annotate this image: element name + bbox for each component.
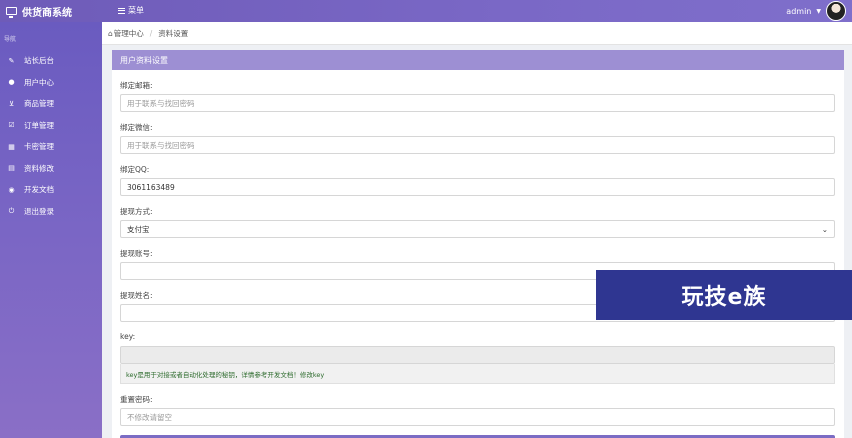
withdraw-method-label: 提现方式: — [120, 207, 153, 216]
sidebar-nav: ✎ 站长后台 ● 用户中心 ⊻ 商品管理 ☑ 订单管理 ▦ 卡密管理 ▤ 资料修… — [0, 50, 102, 222]
profile-form: 绑定邮箱: 绑定微信: 绑定QQ: 提现方式: 支付宝 ⌄ 提现账号: 提现姓名… — [112, 80, 844, 438]
grid-icon: ▦ — [8, 142, 15, 151]
wechat-field[interactable] — [120, 136, 835, 154]
breadcrumb-home[interactable]: 管理中心 — [114, 28, 144, 39]
withdraw-method-select[interactable]: 支付宝 ⌄ — [120, 220, 835, 238]
sidebar-item-label: 卡密管理 — [24, 142, 54, 152]
app-title: 供货商系统 — [22, 7, 72, 19]
panel-title: 用户资料设置 — [112, 50, 844, 70]
sidebar-item-label: 站长后台 — [24, 56, 54, 66]
checklist-icon: ☑ — [8, 121, 15, 130]
sidebar-item-label: 资料修改 — [24, 163, 54, 173]
sidebar-item-label: 订单管理 — [24, 120, 54, 130]
reset-password-label: 重置密码: — [120, 395, 153, 404]
reset-password-field[interactable] — [120, 408, 835, 426]
hamburger-icon — [118, 7, 125, 14]
sidebar-item-cards[interactable]: ▦ 卡密管理 — [0, 136, 102, 158]
power-icon: ⏻ — [8, 206, 15, 215]
card-icon: ▤ — [8, 164, 15, 173]
sidebar-item-products[interactable]: ⊻ 商品管理 — [0, 93, 102, 115]
profile-panel: 用户资料设置 绑定邮箱: 绑定微信: 绑定QQ: 提现方式: 支付宝 ⌄ 提现账… — [112, 50, 844, 438]
user-name: admin — [786, 6, 812, 16]
email-label: 绑定邮箱: — [120, 81, 153, 90]
sidebar: 导航 ✎ 站长后台 ● 用户中心 ⊻ 商品管理 ☑ 订单管理 ▦ 卡密管理 ▤ … — [0, 22, 102, 438]
key-field — [120, 346, 835, 364]
sidebar-item-label: 用户中心 — [24, 77, 54, 87]
withdraw-account-label: 提现账号: — [120, 249, 153, 258]
sidebar-item-label: 商品管理 — [24, 99, 54, 109]
qq-label: 绑定QQ: — [120, 165, 150, 174]
key-label: key: — [120, 332, 136, 341]
top-bar: 供货商系统 菜单 admin ▼ — [0, 0, 852, 22]
sidebar-item-logout[interactable]: ⏻ 退出登录 — [0, 201, 102, 223]
sidebar-item-orders[interactable]: ☑ 订单管理 — [0, 115, 102, 137]
watermark-logo: 玩技e族 — [596, 270, 852, 320]
cart-icon: ⊻ — [8, 99, 15, 108]
user-menu[interactable]: admin ▼ — [786, 1, 846, 21]
sidebar-item-profile[interactable]: ▤ 资料修改 — [0, 158, 102, 180]
sidebar-item-label: 退出登录 — [24, 206, 54, 216]
chevron-down-icon: ⌄ — [821, 224, 828, 234]
user-icon: ● — [8, 78, 15, 87]
nav-section-title: 导航 — [4, 36, 17, 43]
sidebar-item-admin[interactable]: ✎ 站长后台 — [0, 50, 102, 72]
sidebar-item-label: 开发文档 — [24, 185, 54, 195]
home-icon: ⌂ — [108, 28, 113, 38]
qq-field[interactable] — [120, 178, 835, 196]
menu-toggle-button[interactable]: 菜单 — [118, 5, 144, 16]
caret-down-icon: ▼ — [816, 7, 821, 15]
brand[interactable]: 供货商系统 — [6, 4, 72, 19]
monitor-icon — [6, 7, 17, 18]
key-help-text: key是用于对接或者自动化处理的秘钥，详情参考开发文档！修改key — [120, 364, 835, 384]
email-field[interactable] — [120, 94, 835, 112]
breadcrumb-separator: / — [149, 28, 153, 38]
wechat-label: 绑定微信: — [120, 123, 153, 132]
breadcrumb: ⌂ 管理中心 / 资料设置 — [102, 22, 852, 45]
eye-icon: ◉ — [8, 185, 15, 194]
withdraw-method-value: 支付宝 — [127, 224, 150, 234]
breadcrumb-current: 资料设置 — [158, 28, 189, 38]
avatar[interactable] — [826, 1, 846, 21]
menu-label: 菜单 — [128, 6, 144, 15]
sidebar-item-user-center[interactable]: ● 用户中心 — [0, 72, 102, 94]
sidebar-item-docs[interactable]: ◉ 开发文档 — [0, 179, 102, 201]
wrench-icon: ✎ — [8, 56, 15, 65]
